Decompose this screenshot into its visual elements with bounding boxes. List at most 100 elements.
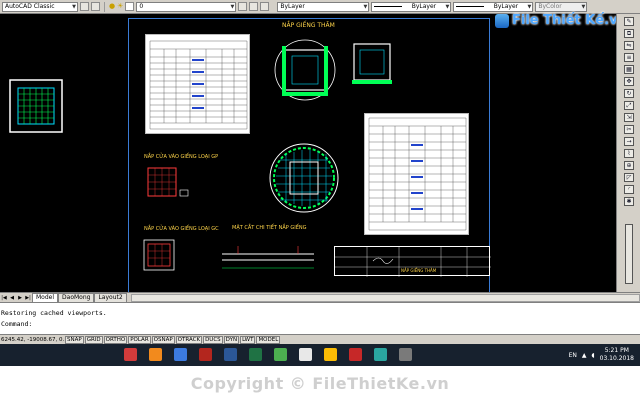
array-icon[interactable]: ▦ xyxy=(624,65,634,74)
windows-taskbar: EN ▲ ◖ 5:21 PM 03.10.2018 xyxy=(0,344,640,366)
last-tab-icon[interactable]: ▶| xyxy=(24,294,32,302)
erase-icon[interactable]: ✎ xyxy=(624,17,634,26)
fillet-icon[interactable]: ◜ xyxy=(624,185,634,194)
ducs-toggle[interactable]: DUCS xyxy=(203,335,223,344)
detail-gc-title: NẮP CỬA VÀO GIẾNG LOẠI GC xyxy=(144,226,219,232)
taskbar-file-explorer-icon[interactable] xyxy=(170,346,191,364)
color-select-value: ByLayer xyxy=(280,3,305,10)
taskbar-recycle-app-icon[interactable] xyxy=(270,346,291,364)
top-toolbar: AutoCAD Classic ▼ ● ☀ 0 ▼ ByLayer ▼ ByLayer… xyxy=(0,0,640,14)
lineweight-select-value: ByLayer xyxy=(493,3,519,10)
rebar-table-2 xyxy=(364,113,469,235)
horizontal-scrollbar[interactable] xyxy=(130,294,640,302)
clock[interactable]: 5:21 PM 03.10.2018 xyxy=(600,347,634,363)
layer-manager-icon[interactable] xyxy=(91,2,100,11)
chevron-down-icon: ▼ xyxy=(363,3,368,10)
rebar-table-2-grid xyxy=(368,117,467,231)
rotate-icon[interactable]: ↻ xyxy=(624,89,634,98)
copyright-footer: Copyright © FileThietKe.vn xyxy=(0,366,640,400)
manhole-preview-left xyxy=(9,79,63,133)
layer-color-icon[interactable] xyxy=(125,2,135,11)
plotstyle-select[interactable]: ByColor ▼ xyxy=(535,1,588,12)
chevron-down-icon: ▼ xyxy=(445,3,450,10)
color-select[interactable]: ByLayer ▼ xyxy=(277,1,370,12)
match-layer-icon[interactable] xyxy=(260,2,270,11)
manhole-plan-grid xyxy=(269,143,339,213)
chevron-down-icon: ▼ xyxy=(527,3,532,10)
drawing-canvas[interactable]: NẮP GIẾNG THĂM NẮP CỬA VÀO GIẾNG LOẠI GP… xyxy=(0,14,616,292)
recycle-app-glyph xyxy=(274,348,287,361)
snap-toggle[interactable]: SNAP xyxy=(65,335,84,344)
stretch-icon[interactable]: ⇲ xyxy=(624,113,634,122)
workspace-select[interactable]: AutoCAD Classic ▼ xyxy=(2,1,78,12)
taskbar-word-icon[interactable] xyxy=(220,346,241,364)
copy-icon[interactable]: ⧉ xyxy=(624,29,634,38)
prev-tab-icon[interactable]: ◀ xyxy=(8,294,16,302)
taskbar-pdf-reader-icon[interactable] xyxy=(195,346,216,364)
next-tab-icon[interactable]: ▶ xyxy=(16,294,24,302)
watermark-logo: File Thiết Kế.vn xyxy=(495,13,627,28)
layer-freeze-icon[interactable]: ☀ xyxy=(117,2,123,11)
first-tab-icon[interactable]: |◀ xyxy=(0,294,8,302)
move-icon[interactable]: ✥ xyxy=(624,77,634,86)
lineweight-select[interactable]: ByLayer ▼ xyxy=(453,1,534,12)
command-window[interactable]: Restoring cached viewports. Command: xyxy=(0,302,640,334)
taskbar-chrome-icon[interactable] xyxy=(320,346,341,364)
lineweight-line xyxy=(456,6,485,7)
layer-select-value: 0 xyxy=(139,3,144,10)
file-explorer-glyph xyxy=(174,348,187,361)
taskbar-apps xyxy=(120,346,420,364)
grid-toggle[interactable]: GRID xyxy=(84,335,103,344)
detail-gp-title: NẮP CỬA VÀO GIẾNG LOẠI GP xyxy=(144,154,219,160)
taskbar-media-app-icon[interactable] xyxy=(345,346,366,364)
word-glyph xyxy=(224,348,237,361)
command-prompt[interactable]: Command: xyxy=(1,320,32,329)
trim-icon[interactable]: ✂ xyxy=(624,125,634,134)
layout-tabs: |◀ ◀ ▶ ▶| Model DaoMong Layout2 xyxy=(0,292,640,302)
make-current-icon[interactable] xyxy=(238,2,248,11)
taskbar-photos-icon[interactable] xyxy=(295,346,316,364)
tab-layout2[interactable]: Layout2 xyxy=(94,293,127,302)
layer-previous-icon[interactable] xyxy=(249,2,259,11)
model-toggle[interactable]: MODEL xyxy=(256,335,281,344)
tab-daomong[interactable]: DaoMong xyxy=(58,293,95,302)
layer-on-icon[interactable]: ● xyxy=(109,2,115,11)
separator xyxy=(104,1,105,12)
explode-icon[interactable]: ✱ xyxy=(624,197,634,206)
extend-icon[interactable]: → xyxy=(624,137,634,146)
paint-app-glyph xyxy=(399,348,412,361)
volume-icon[interactable]: ◖ xyxy=(591,352,594,359)
lwt-toggle[interactable]: LWT xyxy=(240,335,256,344)
network-icon[interactable]: ▲ xyxy=(582,352,587,359)
rebar-table-1 xyxy=(145,34,250,134)
settings-icon[interactable] xyxy=(80,2,89,11)
language-indicator[interactable]: EN xyxy=(569,352,577,359)
layer-select[interactable]: 0 ▼ xyxy=(136,1,237,12)
taskbar-paint-icon[interactable] xyxy=(120,346,141,364)
join-icon[interactable]: ⊕ xyxy=(624,161,634,170)
linetype-select[interactable]: ByLayer ▼ xyxy=(371,1,452,12)
mirror-icon[interactable]: ⇋ xyxy=(624,41,634,50)
chevron-down-icon: ▼ xyxy=(230,3,235,10)
taskbar-autocad-active-icon[interactable] xyxy=(370,346,391,364)
ortho-toggle[interactable]: ORTHO xyxy=(103,335,128,344)
chevron-down-icon: ▼ xyxy=(72,3,76,10)
taskbar-excel-icon[interactable] xyxy=(245,346,266,364)
polar-toggle[interactable]: POLAR xyxy=(128,335,151,344)
logo-text: File Thiết Kế.vn xyxy=(512,13,627,28)
firefox-glyph xyxy=(149,348,162,361)
taskbar-firefox-icon[interactable] xyxy=(145,346,166,364)
scale-icon[interactable]: ⤢ xyxy=(624,101,634,110)
linetype-line xyxy=(374,6,403,7)
otrack-toggle[interactable]: OTRACK xyxy=(175,335,203,344)
chamfer-icon[interactable]: ◸ xyxy=(624,173,634,182)
screen: AutoCAD Classic ▼ ● ☀ 0 ▼ ByLayer ▼ ByLayer… xyxy=(0,0,640,400)
break-icon[interactable]: ⌇ xyxy=(624,149,634,158)
manhole-plan-top xyxy=(274,39,336,101)
tab-model[interactable]: Model xyxy=(32,293,59,302)
offset-icon[interactable]: ≡ xyxy=(624,53,634,62)
osnap-toggle[interactable]: OSNAP xyxy=(151,335,175,344)
taskbar-paint-app-icon[interactable] xyxy=(395,346,416,364)
vertical-scrollbar[interactable] xyxy=(625,224,633,284)
dyn-toggle[interactable]: DYN xyxy=(223,335,240,344)
